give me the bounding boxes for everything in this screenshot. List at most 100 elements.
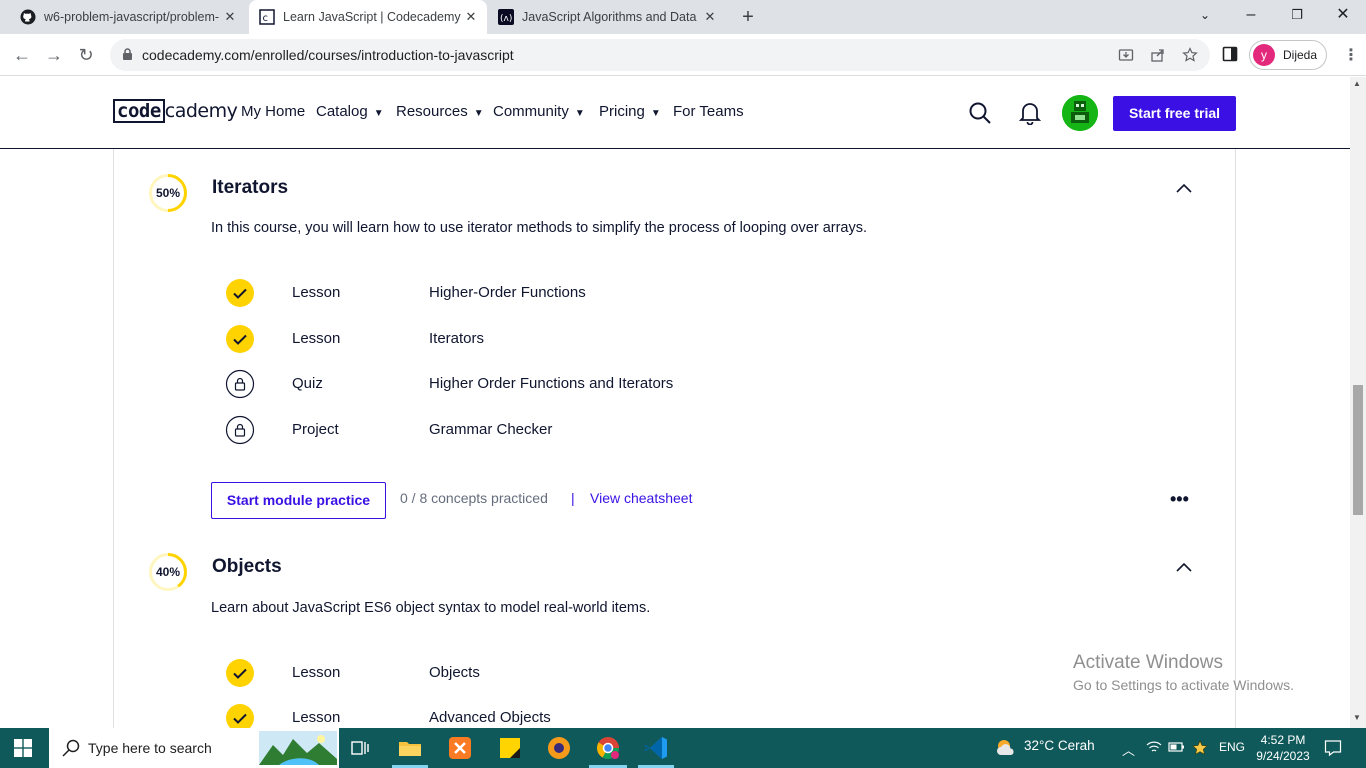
item-name: Advanced Objects [429, 709, 551, 726]
browser-tab-strip: w6-problem-javascript/problem- ✕ c Learn… [0, 0, 1366, 34]
task-view-icon[interactable] [346, 734, 374, 762]
battery-icon[interactable] [1168, 740, 1186, 757]
side-panel-icon[interactable] [1222, 46, 1238, 67]
svg-text:(ʌ): (ʌ) [500, 14, 512, 24]
tab-title: JavaScript Algorithms and Data S [522, 10, 700, 24]
nav-catalog[interactable]: Catalog ▼ [316, 103, 384, 120]
list-item[interactable]: Lesson Iterators [225, 324, 1025, 356]
windows-start-icon[interactable] [14, 739, 32, 757]
nav-community[interactable]: Community ▼ [493, 103, 585, 120]
reload-icon[interactable]: ↻ [74, 43, 98, 67]
language-indicator[interactable]: ENG [1219, 740, 1245, 754]
tab-title: Learn JavaScript | Codecademy [283, 10, 461, 24]
close-window-button[interactable]: ✕ [1320, 0, 1366, 32]
nav-catalog-label: Catalog [316, 103, 368, 120]
close-tab-icon[interactable]: ✕ [702, 9, 718, 25]
taskbar-search-box[interactable]: Type here to search [49, 728, 339, 768]
logo-cademy: cademy [164, 100, 238, 122]
progress-ring: 40% [148, 552, 188, 592]
network-icon[interactable] [1146, 740, 1162, 757]
watermark-title: Activate Windows [1073, 652, 1223, 673]
chevron-up-icon[interactable] [1175, 180, 1193, 198]
minimize-button[interactable]: – [1228, 0, 1274, 32]
progress-ring: 50% [148, 173, 188, 213]
menu-kebab-icon[interactable]: ⋮ [1343, 45, 1359, 65]
avast-browser-icon[interactable] [545, 734, 573, 762]
share-icon[interactable] [1150, 47, 1166, 63]
start-module-practice-button[interactable]: Start module practice [211, 482, 386, 519]
new-tab-button[interactable]: + [738, 7, 758, 27]
notification-center-icon[interactable] [1324, 739, 1342, 762]
vscode-icon[interactable] [642, 734, 670, 762]
clock-time: 4:52 PM [1260, 733, 1306, 747]
search-icon [61, 738, 81, 763]
nav-my-home[interactable]: My Home [241, 103, 305, 120]
more-options-icon[interactable]: ••• [1170, 489, 1189, 510]
check-circle-icon [225, 703, 255, 728]
nav-resources[interactable]: Resources ▼ [396, 103, 484, 120]
item-kind: Lesson [292, 709, 341, 726]
install-icon[interactable] [1118, 47, 1134, 63]
page-scrollbar[interactable]: ▲ ▼ [1350, 77, 1366, 728]
bookmark-star-icon[interactable] [1182, 47, 1198, 63]
chevron-up-icon[interactable] [1175, 559, 1193, 577]
codecademy-favicon-icon: c [259, 9, 275, 25]
search-icon[interactable] [968, 101, 992, 130]
xampp-icon[interactable] [446, 734, 474, 762]
file-explorer-icon[interactable] [396, 734, 424, 762]
item-kind: Lesson [292, 330, 341, 347]
scrollbar-thumb[interactable] [1353, 385, 1363, 515]
close-tab-icon[interactable]: ✕ [222, 9, 238, 25]
chrome-icon[interactable] [594, 734, 622, 762]
nav-pricing[interactable]: Pricing ▼ [599, 103, 661, 120]
list-item[interactable]: Lesson Objects [225, 658, 1025, 690]
tab-fcc[interactable]: (ʌ) JavaScript Algorithms and Data S ✕ [490, 0, 726, 34]
user-avatar[interactable] [1062, 95, 1098, 131]
weather-text[interactable]: 32°C Cerah [1024, 738, 1095, 753]
svg-text:c: c [263, 13, 269, 24]
back-icon[interactable]: ← [10, 43, 34, 67]
restore-button[interactable]: ❐ [1274, 0, 1320, 32]
item-name: Iterators [429, 330, 485, 347]
forward-icon[interactable]: → [42, 43, 66, 67]
sticky-notes-icon[interactable] [496, 734, 524, 762]
list-item[interactable]: Quiz Higher Order Functions and Iterator… [225, 369, 1025, 401]
tab-github[interactable]: w6-problem-javascript/problem- ✕ [12, 0, 246, 34]
list-item[interactable]: Project Grammar Checker [225, 415, 1025, 447]
tab-title: w6-problem-javascript/problem- [44, 10, 220, 24]
lock-icon [122, 48, 133, 66]
item-kind: Lesson [292, 664, 341, 681]
close-tab-icon[interactable]: ✕ [463, 9, 479, 25]
start-free-trial-button[interactable]: Start free trial [1113, 96, 1236, 131]
system-clock[interactable]: 4:52 PM 9/24/2023 [1252, 732, 1314, 764]
bell-icon[interactable] [1018, 101, 1042, 130]
profile-chip[interactable]: y Dijeda [1249, 40, 1327, 70]
scroll-down-icon[interactable]: ▼ [1353, 713, 1361, 722]
caret-down-icon: ▼ [473, 108, 484, 119]
codecademy-logo[interactable]: code cademy [113, 98, 238, 124]
item-name: Higher Order Functions and Iterators [429, 375, 674, 392]
check-circle-icon [225, 324, 255, 354]
tab-search-icon[interactable]: ⌄ [1182, 0, 1228, 32]
nav-resources-label: Resources [396, 103, 468, 120]
scroll-up-icon[interactable]: ▲ [1353, 79, 1361, 88]
browser-toolbar: ← → ↻ codecademy.com/enrolled/courses/in… [0, 34, 1366, 76]
address-bar[interactable]: codecademy.com/enrolled/courses/introduc… [110, 39, 1210, 71]
search-placeholder: Type here to search [88, 740, 212, 756]
url-text: codecademy.com/enrolled/courses/introduc… [142, 47, 514, 63]
list-item[interactable]: Lesson Higher-Order Functions [225, 278, 1025, 310]
module-title: Objects [212, 556, 282, 577]
list-item[interactable]: Lesson Advanced Objects [225, 703, 1025, 728]
item-name: Objects [429, 664, 480, 681]
tab-codecademy[interactable]: c Learn JavaScript | Codecademy ✕ [249, 0, 487, 34]
item-name: Higher-Order Functions [429, 284, 586, 301]
tray-expand-icon[interactable]: ︿ [1122, 740, 1135, 759]
star-tray-icon[interactable] [1192, 740, 1208, 759]
nav-for-teams[interactable]: For Teams [673, 103, 744, 120]
check-circle-icon [225, 658, 255, 688]
search-highlight-image-icon [259, 731, 337, 768]
nav-community-label: Community [493, 103, 569, 120]
module-title: Iterators [212, 177, 289, 198]
item-name: Grammar Checker [429, 421, 553, 438]
view-cheatsheet-link[interactable]: View cheatsheet [590, 490, 692, 506]
